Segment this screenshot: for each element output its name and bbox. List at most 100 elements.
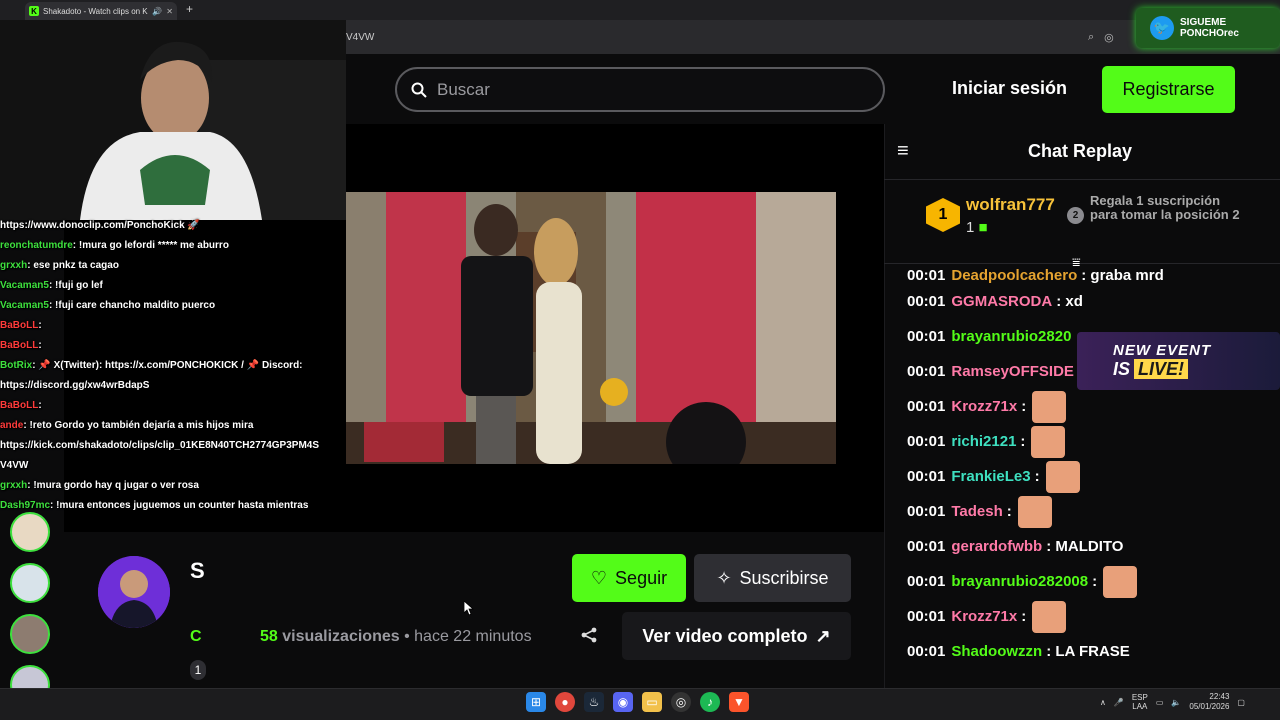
share-icon[interactable] — [580, 626, 600, 646]
overlay-chat-line: https://www.donoclip.com/PonchoKick 🚀 — [0, 216, 350, 236]
browser-tab[interactable]: K Shakadoto - Watch clips on Kick 🔊 ✕ — [25, 2, 177, 20]
video-scene-image — [346, 192, 836, 464]
overlay-chat-message: : — [38, 340, 42, 351]
clock-date: 05/01/2026 — [1189, 702, 1230, 711]
new-event-banner: NEW EVENT IS LIVE! — [1077, 332, 1280, 390]
chat-text: : — [1021, 608, 1027, 625]
overlay-chat-user: BotRix — [0, 360, 33, 371]
chat-text: : LA FRASE — [1046, 643, 1130, 660]
mic-icon[interactable]: 🎤 — [1114, 698, 1124, 707]
clock[interactable]: 22:43 05/01/2026 — [1189, 692, 1229, 712]
discord-icon[interactable]: ◉ — [613, 692, 633, 712]
views-label: visualizaciones — [282, 628, 400, 645]
subscribe-button[interactable]: ✧ Suscribirse — [694, 554, 851, 602]
chat-message: 00:01 Shadoowzzn: LA FRASE — [907, 634, 1277, 669]
overlay-chat-message: : !mura gordo hay q jugar o ver rosa — [27, 480, 199, 491]
channel-avatar[interactable] — [98, 556, 170, 628]
login-button[interactable]: Iniciar sesión — [952, 78, 1067, 99]
overlay-chat-user: reonchatumdre — [0, 240, 73, 251]
chat-username[interactable]: GGMASRODA — [951, 293, 1052, 310]
overlay-chat-message: : — [38, 320, 42, 331]
language-indicator[interactable]: ESP LAA — [1132, 693, 1148, 711]
chat-message: 00:01 Tadesh: — [907, 494, 1277, 529]
viewer-avatars — [10, 512, 54, 716]
chat-username[interactable]: brayanrubio282008 — [951, 573, 1088, 590]
clip-stats: 58 visualizaciones • hace 22 minutos — [260, 628, 532, 646]
event-line2: IS LIVE! — [1113, 359, 1280, 380]
chat-username[interactable]: Tadesh — [951, 503, 1002, 520]
video-frame[interactable] — [346, 192, 836, 464]
overlay-chat-message: : !mura entonces juguemos un counter has… — [50, 500, 309, 511]
overlay-chat-user: Vacaman5 — [0, 300, 49, 311]
mouse-cursor — [463, 600, 475, 620]
overlay-chat-user: Dash97mc — [0, 500, 51, 511]
overlay-chat-message: https://kick.com/shakadoto/clips/clip_01… — [0, 440, 320, 451]
brave-icon[interactable]: ▼ — [729, 692, 749, 712]
lang-line2: LAA — [1132, 702, 1148, 711]
collapse-chat-icon[interactable]: ≡ — [897, 140, 909, 163]
overlay-chat-line: https://kick.com/shakadoto/clips/clip_01… — [0, 436, 350, 456]
chat-username[interactable]: Krozz71x — [951, 608, 1017, 625]
chat-emote-icon — [1032, 600, 1067, 633]
spotify-icon[interactable]: ♪ — [700, 692, 720, 712]
chat-message-list: 00:01 Deadpoolcachero: graba mrd 00:01 GGMA… — [907, 266, 1277, 669]
network-icon[interactable]: ▭ — [1156, 698, 1164, 707]
overlay-chat-message: : !fuji care chancho maldito puerco — [48, 300, 216, 311]
notification-icon[interactable]: ▢ — [1237, 698, 1245, 707]
overlay-chat-message: https://www.donoclip.com/PonchoKick 🚀 — [0, 220, 200, 231]
chat-emote-icon — [1032, 390, 1067, 423]
chat-username[interactable]: brayanrubio2820 — [951, 328, 1071, 345]
chat-username[interactable]: RamseyOFFSIDE — [951, 363, 1074, 380]
chat-timestamp: 00:01 — [907, 363, 946, 380]
chat-username[interactable]: Deadpoolcachero — [951, 267, 1077, 284]
overlay-chat-line: BaBoLL: — [0, 336, 350, 356]
new-tab-icon[interactable]: + — [186, 2, 193, 16]
chat-text: : graba mrd — [1081, 266, 1164, 284]
chat-timestamp: 00:01 — [907, 573, 946, 590]
event-line1: NEW EVENT — [1113, 342, 1212, 359]
speaker-icon[interactable]: 🔊 — [152, 7, 162, 16]
register-button[interactable]: Registrarse — [1102, 66, 1235, 113]
chat-text: : xd — [1056, 293, 1083, 310]
chat-message: 00:01 brayanrubio282008: — [907, 564, 1277, 599]
viewer-avatar — [10, 563, 50, 603]
overlay-chat-message: : 📌 X(Twitter): https://x.com/PONCHOKICK… — [32, 360, 303, 371]
follow-button[interactable]: ♡ Seguir — [572, 554, 686, 602]
file-explorer-icon[interactable]: ▭ — [642, 692, 662, 712]
chat-username[interactable]: gerardofwbb — [951, 538, 1042, 555]
chat-timestamp: 00:01 — [907, 643, 946, 660]
sparkle-icon: ✧ — [716, 567, 732, 588]
chat-username[interactable]: Shadoowzzn — [951, 643, 1042, 660]
overlay-chat-line: V4VW — [0, 456, 350, 476]
chat-timestamp: 00:01 — [907, 538, 946, 555]
volume-icon[interactable]: 🔈 — [1171, 698, 1181, 707]
url-text[interactable]: V4VW — [346, 32, 374, 43]
windows-start-icon[interactable]: ⊞ — [526, 692, 546, 712]
search-icon — [411, 82, 427, 98]
overlay-chat-line: grxxh: !mura gordo hay q jugar o ver ros… — [0, 476, 350, 496]
obs-icon[interactable]: ◎ — [671, 692, 691, 712]
eye-off-icon[interactable]: ◎ — [1104, 31, 1114, 44]
leader-name[interactable]: wolfran777 — [966, 195, 1055, 215]
overlay-chat-user: BaBoLL — [0, 400, 39, 411]
system-tray: ∧ 🎤 ESP LAA ▭ 🔈 22:43 05/01/2026 ▢ — [1100, 692, 1245, 712]
gift-prompt: Regala 1 suscripción para tomar la posic… — [1090, 193, 1240, 222]
steam-icon[interactable]: ♨ — [584, 692, 604, 712]
channel-sub-text: C — [190, 628, 202, 645]
chat-timestamp: 00:01 — [907, 468, 946, 485]
chrome-icon[interactable]: ● — [555, 692, 575, 712]
zoom-icon[interactable]: ⌕ — [1088, 31, 1094, 44]
close-tab-icon[interactable]: ✕ — [166, 7, 173, 16]
chat-text: : — [1020, 433, 1026, 450]
chat-message: 00:01 Krozz71x: — [907, 599, 1277, 634]
chat-username[interactable]: richi2121 — [951, 433, 1016, 450]
chat-username[interactable]: Krozz71x — [951, 398, 1017, 415]
chat-emote-icon — [1045, 460, 1080, 493]
subscribe-label: Suscribirse — [739, 567, 829, 588]
tray-chevron-icon[interactable]: ∧ — [1100, 698, 1106, 707]
chat-message: 00:01 Deadpoolcachero: graba mrd — [907, 266, 1277, 284]
search-bar[interactable]: Buscar — [395, 67, 885, 112]
full-video-button[interactable]: Ver video completo ↗ — [622, 612, 851, 660]
chat-username[interactable]: FrankieLe3 — [951, 468, 1030, 485]
channel-name[interactable]: S — [190, 558, 205, 584]
